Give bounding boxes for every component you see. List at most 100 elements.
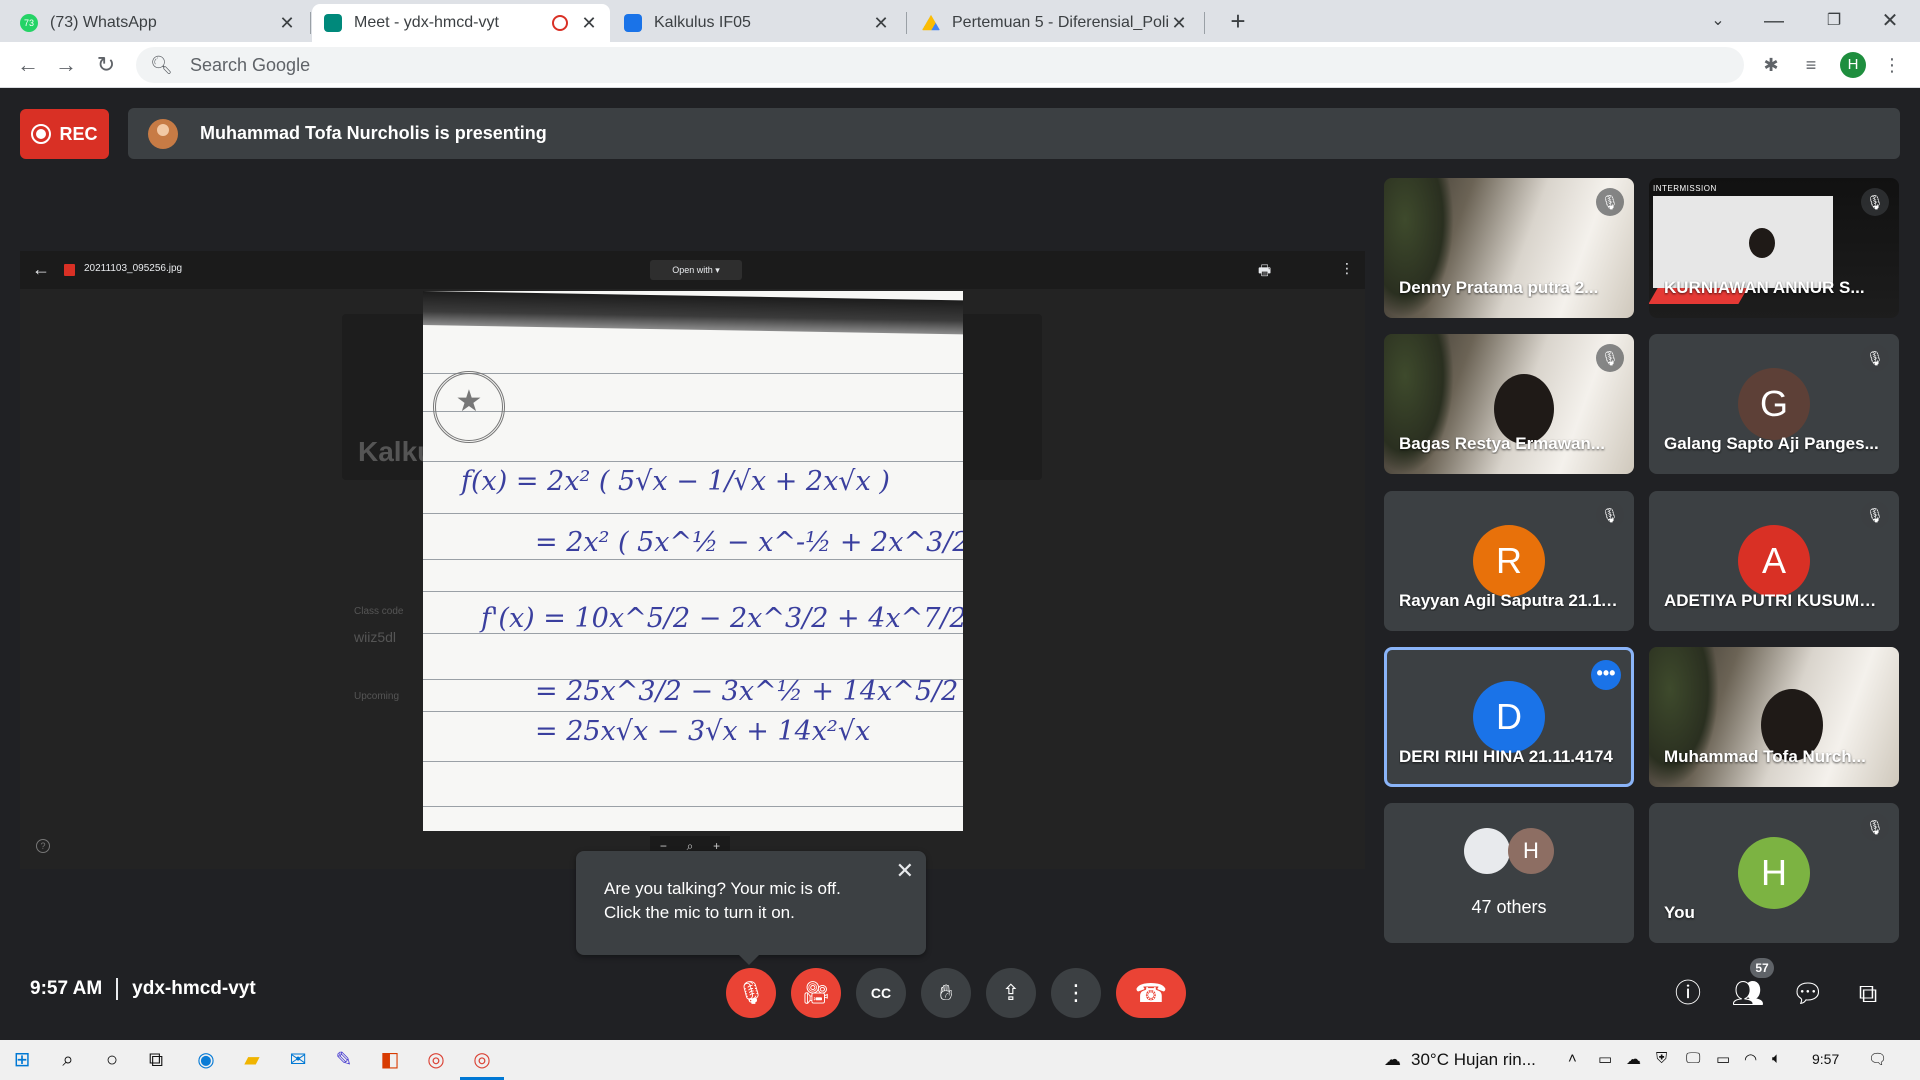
whiteboard-icon[interactable]: ✎ bbox=[330, 1046, 358, 1074]
forward-button[interactable]: → bbox=[50, 49, 82, 81]
tab-divider bbox=[906, 12, 907, 34]
mail-icon[interactable]: ✉ bbox=[284, 1046, 312, 1074]
activities-button[interactable]: ⧉ bbox=[1850, 975, 1886, 1011]
more-options-icon: ⋮ bbox=[1340, 260, 1354, 276]
captions-button[interactable]: CC bbox=[856, 968, 906, 1018]
participant-tile[interactable]: 🎙︎ Bagas Restya Ermawan... bbox=[1384, 334, 1634, 474]
tab-drive[interactable]: Pertemuan 5 - Diferensial_Polinomial ✕ bbox=[910, 4, 1200, 42]
close-icon[interactable]: ✕ bbox=[896, 859, 914, 883]
leave-call-button[interactable]: ☎︎ bbox=[1116, 968, 1186, 1018]
recording-indicator-icon bbox=[552, 15, 568, 31]
onedrive-icon[interactable]: ☁︎ bbox=[1626, 1050, 1641, 1068]
camera-screen-content bbox=[1653, 196, 1833, 288]
equation-line-3: f'(x) = 10x^5/2 − 2x^3/2 + 4x^7/2 bbox=[481, 603, 963, 634]
hand-icon: ✋︎ bbox=[939, 980, 953, 1005]
notifications-icon[interactable]: 🗨︎ bbox=[1868, 1050, 1887, 1068]
participant-count-badge: 57 bbox=[1750, 958, 1774, 978]
self-tile[interactable]: H 🎙︎ You bbox=[1649, 803, 1899, 943]
battery-icon[interactable]: ▭ bbox=[1716, 1050, 1730, 1068]
wifi-icon[interactable]: ◠ bbox=[1744, 1050, 1757, 1068]
print-icon: 🖶︎ bbox=[1258, 262, 1272, 278]
taskbar-clock[interactable]: 9:57 bbox=[1812, 1051, 1839, 1067]
minimize-button[interactable]: — bbox=[1746, 4, 1802, 38]
media-control-icon[interactable]: ≡ bbox=[1797, 51, 1825, 79]
mic-toggle-button[interactable]: 🎙︎ bbox=[726, 968, 776, 1018]
show-hidden-icons[interactable]: ˄ bbox=[1568, 1050, 1577, 1067]
tab-whatsapp[interactable]: 73 (73) WhatsApp ✕ bbox=[8, 4, 308, 42]
mic-off-icon: 🎙︎ bbox=[1861, 501, 1889, 529]
close-window-button[interactable]: ✕ bbox=[1862, 4, 1918, 38]
chrome-icon[interactable]: ◎ bbox=[422, 1046, 450, 1074]
participant-tile[interactable]: 🎙︎ Denny Pratama putra 2... bbox=[1384, 178, 1634, 318]
profile-avatar[interactable]: H bbox=[1840, 52, 1866, 78]
close-tab-icon[interactable]: ✕ bbox=[1170, 13, 1188, 34]
present-button[interactable]: ⇪ bbox=[986, 968, 1036, 1018]
weather-widget[interactable]: ☁︎ 30°C Hujan rin... bbox=[1384, 1050, 1536, 1070]
new-tab-button[interactable]: + bbox=[1222, 6, 1254, 38]
office-icon[interactable]: ◧ bbox=[376, 1046, 404, 1074]
back-button[interactable]: ← bbox=[12, 49, 44, 81]
camera-toggle-button[interactable]: 🎥︎ bbox=[791, 968, 841, 1018]
raise-hand-button[interactable]: ✋︎ bbox=[921, 968, 971, 1018]
participant-tile[interactable]: R 🎙︎ Rayyan Agil Saputra 21.11... bbox=[1384, 491, 1634, 631]
windows-start-icon[interactable]: ⊞ bbox=[8, 1046, 36, 1074]
participant-tile-speaking[interactable]: D ••• DERI RIHI HINA 21.11.4174 bbox=[1384, 647, 1634, 787]
reload-button[interactable]: ↻ bbox=[90, 49, 122, 81]
ruled-line bbox=[423, 806, 963, 807]
more-options-icon[interactable]: ••• bbox=[1591, 660, 1621, 690]
participant-name: You bbox=[1664, 903, 1695, 922]
edge-icon[interactable]: ◉ bbox=[192, 1046, 220, 1074]
background-class-code: wiiz5dl bbox=[354, 629, 397, 645]
search-icon[interactable]: ⌕ bbox=[54, 1046, 82, 1074]
presenter-avatar bbox=[148, 118, 178, 149]
more-options-button[interactable]: ⋮ bbox=[1051, 968, 1101, 1018]
close-tab-icon[interactable]: ✕ bbox=[278, 13, 296, 34]
task-view-icon[interactable]: ⧉ bbox=[142, 1046, 170, 1074]
others-tile[interactable]: H 47 others bbox=[1384, 803, 1634, 943]
people-button[interactable]: 👥︎ bbox=[1730, 975, 1766, 1011]
toast-line-1: Are you talking? Your mic is off. bbox=[604, 879, 841, 898]
ruled-line bbox=[423, 373, 963, 374]
chrome-active-icon[interactable]: ◎ bbox=[460, 1046, 504, 1080]
recording-badge[interactable]: REC bbox=[20, 109, 109, 159]
mic-off-icon: 🎙︎ bbox=[1861, 188, 1889, 216]
participant-name: Muhammad Tofa Nurch... bbox=[1664, 747, 1866, 766]
participant-tile[interactable]: A 🎙︎ ADETIYA PUTRI KUSUMA... bbox=[1649, 491, 1899, 631]
participant-tile[interactable]: G 🎙︎ Galang Sapto Aji Panges... bbox=[1649, 334, 1899, 474]
participant-avatar: D bbox=[1473, 681, 1545, 753]
search-icon: 🔍︎ bbox=[150, 54, 173, 75]
address-bar[interactable]: 🔍︎ bbox=[136, 47, 1744, 83]
weather-text: 30°C Hujan rin... bbox=[1411, 1050, 1536, 1069]
tab-divider bbox=[310, 12, 311, 34]
display-icon[interactable]: 🖵︎ bbox=[1686, 1050, 1700, 1067]
meeting-details-button[interactable]: ⓘ bbox=[1670, 975, 1706, 1011]
participant-name: Denny Pratama putra 2... bbox=[1399, 278, 1599, 297]
security-icon[interactable]: ⛨ bbox=[1656, 1050, 1667, 1067]
present-screen-icon: ⇪ bbox=[1001, 980, 1021, 1005]
mic-off-icon: 🎙︎ bbox=[1596, 501, 1624, 529]
hang-up-icon: ☎︎ bbox=[1134, 978, 1168, 1008]
back-arrow-icon: ← bbox=[32, 259, 50, 279]
divider bbox=[116, 978, 119, 1000]
meet-tray-icon[interactable]: ▭ bbox=[1598, 1050, 1612, 1068]
volume-icon[interactable]: 🔈︎ bbox=[1772, 1050, 1781, 1067]
cortana-icon[interactable]: ○ bbox=[98, 1046, 126, 1074]
browser-menu-icon[interactable]: ⋮ bbox=[1878, 51, 1906, 79]
mic-off-icon: 🎙︎ bbox=[1861, 813, 1889, 841]
participant-tile[interactable]: INTERMISSION 🎙︎ KURNIAWAN ANNUR S... bbox=[1649, 178, 1899, 318]
participant-name: Rayyan Agil Saputra 21.11... bbox=[1399, 591, 1619, 610]
tab-meet[interactable]: Meet - ydx-hmcd-vyt ✕ bbox=[312, 4, 610, 42]
tab-classroom[interactable]: Kalkulus IF05 ✕ bbox=[612, 4, 902, 42]
close-tab-icon[interactable]: ✕ bbox=[872, 13, 890, 34]
extensions-icon[interactable]: ✱ bbox=[1757, 51, 1785, 79]
close-tab-icon[interactable]: ✕ bbox=[580, 13, 598, 34]
participant-avatar: H bbox=[1508, 828, 1554, 874]
ruled-line bbox=[423, 559, 963, 560]
omnibox-input[interactable] bbox=[190, 54, 790, 76]
paper-shadow bbox=[423, 291, 963, 335]
file-explorer-icon[interactable]: ▰ bbox=[238, 1046, 266, 1074]
participant-tile[interactable]: Muhammad Tofa Nurch... bbox=[1649, 647, 1899, 787]
tab-search-icon[interactable]: ⌄ bbox=[1690, 4, 1746, 38]
maximize-button[interactable]: ❐ bbox=[1806, 4, 1862, 38]
chat-button[interactable]: 💬︎ bbox=[1790, 975, 1826, 1011]
